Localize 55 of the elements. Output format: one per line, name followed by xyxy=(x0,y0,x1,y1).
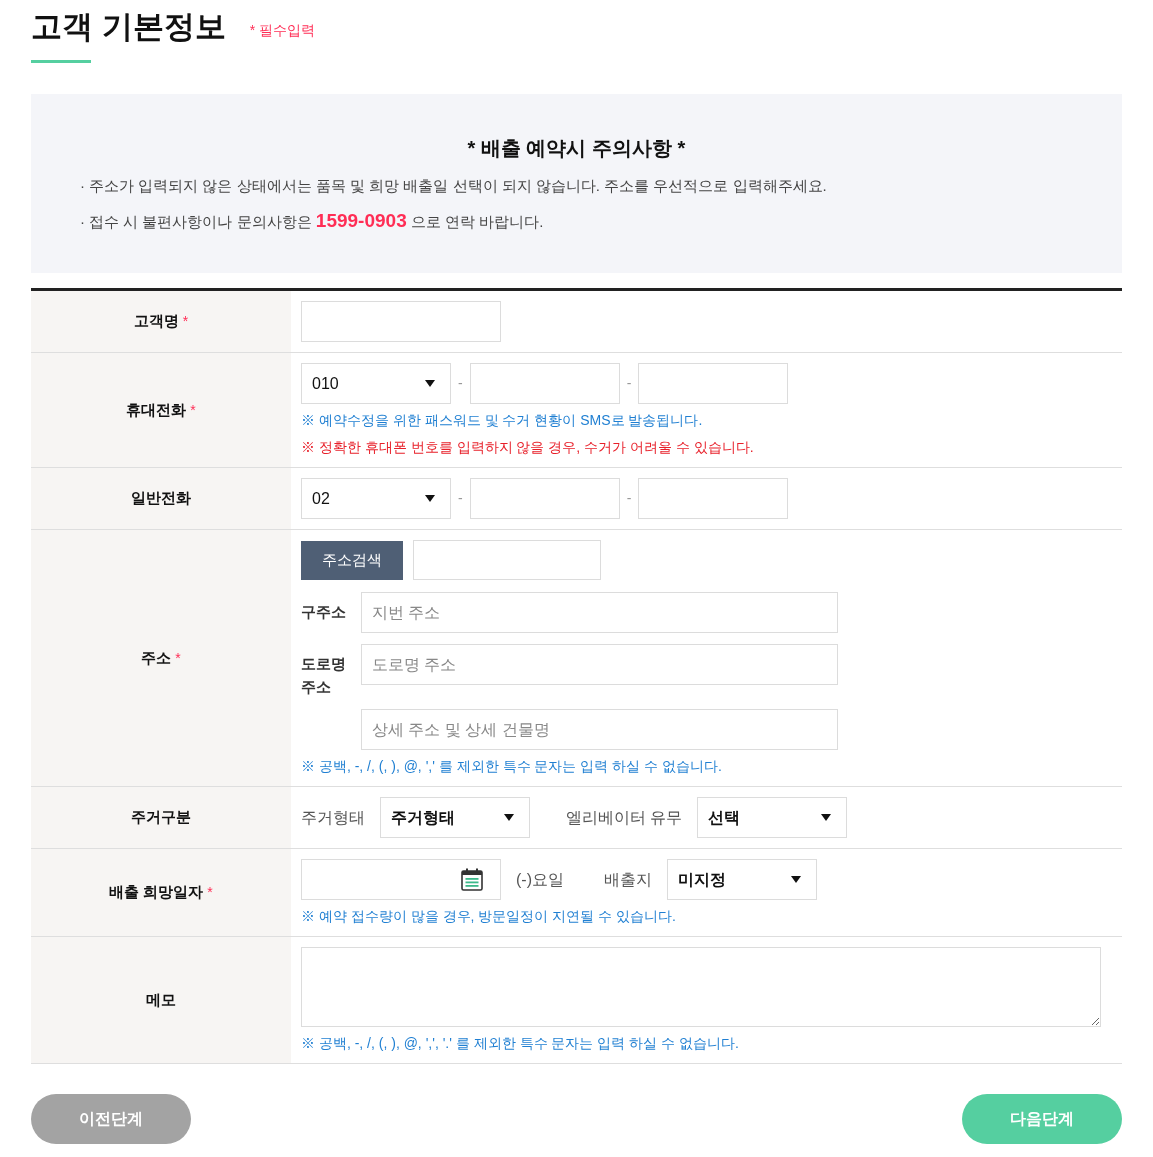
name-input-field[interactable] xyxy=(301,301,501,342)
field-label: 메모 xyxy=(146,989,176,1010)
info-note: ※ 예약수정을 위한 패스워드 및 수거 현황이 SMS로 발송됩니다. xyxy=(301,411,704,430)
phone-input-field[interactable] xyxy=(469,478,620,519)
required-note: * 필수입력 xyxy=(249,20,315,40)
select-label: 엘리베이터 유무 xyxy=(566,807,683,828)
calendar-icon xyxy=(461,868,483,891)
info-note: ※ 공백, -, /, (, ), @, ',', '.' 를 제외한 특수 문자는 입력 하실 수 없습니다. xyxy=(301,1034,740,1053)
postcode-field[interactable] xyxy=(413,540,601,580)
caret-icon xyxy=(791,876,801,883)
field-label: 주소 xyxy=(141,647,172,668)
required-mark: * xyxy=(207,883,213,902)
field-label: 주거구분 xyxy=(131,807,191,828)
title-underline xyxy=(31,60,91,63)
date-field[interactable] xyxy=(301,859,501,900)
address-label: 구주소 xyxy=(301,602,347,622)
phone-input-field[interactable] xyxy=(469,363,620,404)
notice-text: · 주소가 입력되지 않은 상태에서는 품목 및 희망 배출일 선택이 되지 않습니다. 주소를 우선적으로 입력해주세요. xyxy=(80,176,828,196)
dropdown[interactable]: 미지정 xyxy=(667,859,817,900)
address-label: 도로명 주소 xyxy=(301,654,347,697)
dropdown[interactable]: 선택 xyxy=(697,797,848,838)
phone-input-field[interactable] xyxy=(638,478,789,519)
address-input-field[interactable]: 도로명 주소 xyxy=(361,644,838,685)
field-label: 휴대전화 xyxy=(126,399,187,420)
field-label: 배출 희망일자 xyxy=(109,882,204,903)
dash-separator: - xyxy=(626,374,632,393)
info-note: ※ 예약 접수량이 많을 경우, 방문일정이 지연될 수 있습니다. xyxy=(301,907,677,926)
dash-separator: - xyxy=(458,374,463,393)
page-title: 고객 기본정보 xyxy=(31,8,226,46)
notice-text: · 접수 시 불편사항이나 문의사항은 1599-0903 으로 연락 바랍니다. xyxy=(80,209,545,233)
info-note: ※ 공백, -, /, (, ), @, ',' 를 제외한 특수 문자는 입력 하실 수 없습니다. xyxy=(301,757,723,776)
dropdown[interactable]: 02 xyxy=(301,478,451,519)
caret-icon xyxy=(425,495,435,502)
address-input-field[interactable]: 상세 주소 및 상세 건물명 xyxy=(361,709,838,750)
select-label: 주거형태 xyxy=(301,807,365,828)
caret-icon xyxy=(425,380,435,387)
address-search-button[interactable]: 주소검색 xyxy=(301,540,403,580)
field-label: 고객명 xyxy=(133,311,179,332)
dropdown[interactable]: 주거형태 xyxy=(380,797,530,838)
dash-separator: - xyxy=(458,489,463,508)
required-mark: * xyxy=(190,400,196,420)
dash-separator: - xyxy=(626,489,632,508)
warning-note: ※ 정확한 휴대폰 번호를 입력하지 않을 경우, 수거가 어려울 수 있습니다. xyxy=(301,438,755,457)
caret-icon xyxy=(504,814,514,821)
memo-field[interactable] xyxy=(301,947,1101,1027)
caret-icon xyxy=(821,814,832,821)
required-mark: * xyxy=(175,648,181,668)
dropdown[interactable]: 010 xyxy=(301,363,451,404)
place-label: 배출지 xyxy=(604,869,652,890)
notice-title: * 배출 예약시 주의사항 * xyxy=(466,136,687,161)
field-label: 일반전화 xyxy=(131,488,191,509)
required-mark: * xyxy=(182,312,189,331)
weekday-text: (-)요일 xyxy=(516,869,564,890)
phone-input-field[interactable] xyxy=(638,363,789,404)
address-input-field[interactable]: 지번 주소 xyxy=(361,592,838,633)
